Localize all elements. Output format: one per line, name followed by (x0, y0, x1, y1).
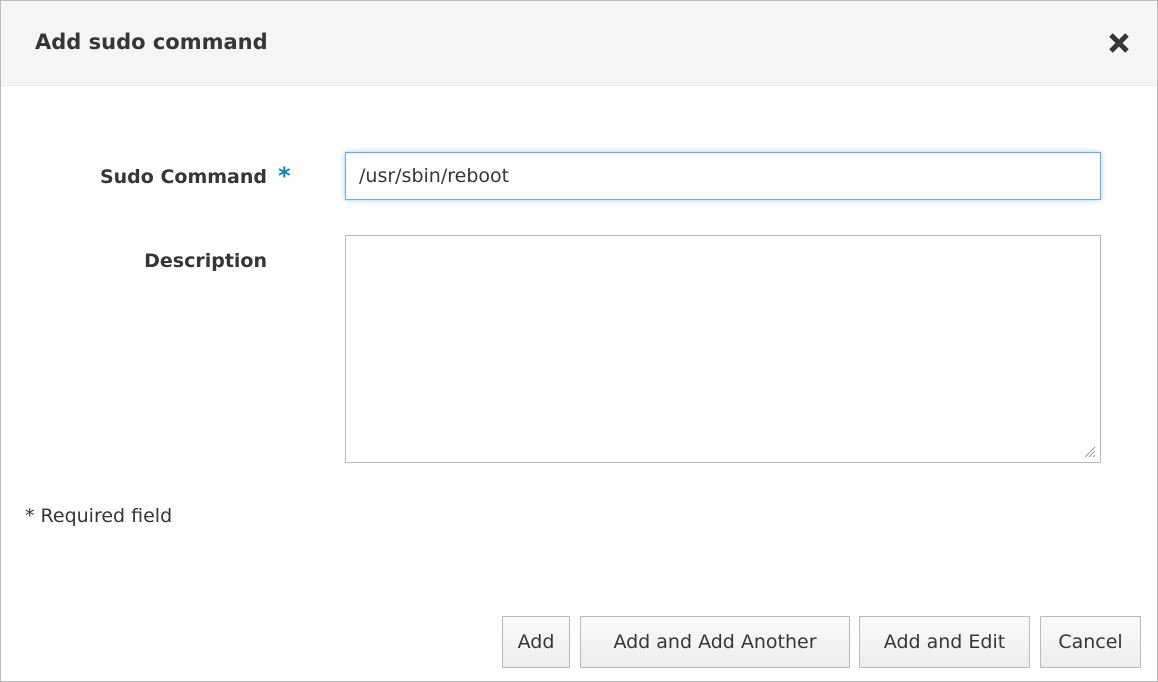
required-indicator: * (278, 162, 291, 190)
add-and-edit-button[interactable]: Add and Edit (859, 616, 1030, 668)
close-button[interactable] (1105, 29, 1133, 57)
add-button[interactable]: Add (502, 616, 570, 668)
add-and-add-another-button[interactable]: Add and Add Another (580, 616, 850, 668)
resize-handle-icon[interactable] (1084, 446, 1096, 458)
sudo-command-label: Sudo Command (99, 166, 267, 188)
description-textarea[interactable] (345, 235, 1101, 463)
sudo-command-input[interactable] (345, 152, 1101, 200)
dialog-title: Add sudo command (35, 30, 268, 54)
close-icon (1109, 33, 1129, 53)
cancel-button[interactable]: Cancel (1040, 616, 1141, 668)
dialog-header: Add sudo command (1, 1, 1157, 86)
description-label: Description (144, 250, 267, 272)
add-sudo-command-dialog: Add sudo command Sudo Command * Descript… (0, 0, 1158, 682)
required-field-note: * Required field (25, 505, 173, 527)
